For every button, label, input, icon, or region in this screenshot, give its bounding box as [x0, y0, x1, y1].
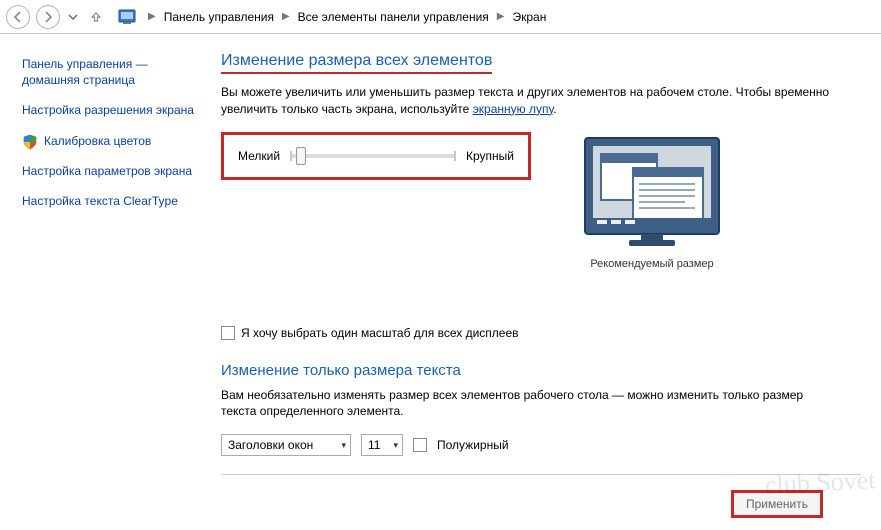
text-size-select-value: 11 — [368, 438, 380, 452]
bold-checkbox[interactable] — [413, 438, 427, 452]
text-size-select[interactable]: 11 ▾ — [361, 434, 403, 456]
text-item-select[interactable]: Заголовки окон ▾ — [221, 434, 351, 456]
slider-thumb[interactable] — [296, 147, 306, 165]
breadcrumb: ▶ Панель управления ▶ Все элементы панел… — [144, 8, 548, 26]
same-scale-label: Я хочу выбрать один масштаб для всех дис… — [241, 326, 519, 340]
sidebar: Панель управления — домашняя страница На… — [0, 34, 209, 530]
breadcrumb-item[interactable]: Все элементы панели управления — [296, 8, 491, 26]
divider — [221, 474, 861, 475]
text-only-description: Вам необязательно изменять размер всех э… — [221, 387, 831, 421]
chevron-right-icon: ▶ — [493, 11, 509, 22]
slider-min-label: Мелкий — [238, 149, 280, 163]
chevron-down-icon: ▾ — [393, 440, 398, 451]
breadcrumb-item[interactable]: Экран — [510, 8, 548, 26]
bold-label: Полужирный — [437, 438, 509, 452]
apply-button[interactable]: Применить — [731, 490, 823, 518]
chevron-right-icon: ▶ — [144, 11, 160, 22]
main-pane: Изменение размера всех элементов Вы може… — [209, 34, 881, 530]
size-slider[interactable] — [290, 154, 456, 158]
sidebar-item-cleartype[interactable]: Настройка текста ClearType — [22, 193, 201, 209]
sidebar-item-calibrate-colors[interactable]: Калибровка цветов — [44, 133, 151, 149]
preview-monitor-icon — [567, 132, 737, 252]
up-button[interactable] — [86, 7, 106, 27]
sidebar-item-resolution[interactable]: Настройка разрешения экрана — [22, 102, 201, 118]
back-button[interactable] — [6, 5, 30, 29]
magnifier-link[interactable]: экранную лупу — [473, 102, 554, 116]
preview-caption: Рекомендуемый размер — [567, 258, 737, 270]
description-text: Вы можете увеличить или уменьшить размер… — [221, 84, 831, 118]
size-slider-group: Мелкий Крупный — [221, 132, 531, 180]
forward-button[interactable] — [36, 5, 60, 29]
heading-text-only: Изменение только размера текста — [221, 362, 861, 379]
breadcrumb-item[interactable]: Панель управления — [162, 8, 276, 26]
history-dropdown[interactable] — [66, 6, 80, 28]
control-panel-home-link[interactable]: Панель управления — домашняя страница — [22, 56, 201, 88]
sidebar-item-display-settings[interactable]: Настройка параметров экрана — [22, 163, 201, 179]
slider-max-label: Крупный — [466, 149, 514, 163]
shield-icon — [22, 134, 38, 150]
chevron-right-icon: ▶ — [278, 11, 294, 22]
chevron-down-icon: ▾ — [341, 440, 346, 451]
control-panel-icon — [118, 8, 136, 26]
navigation-bar: ▶ Панель управления ▶ Все элементы панел… — [0, 0, 881, 34]
same-scale-checkbox[interactable] — [221, 326, 235, 340]
heading-change-all: Изменение размера всех элементов — [221, 52, 492, 74]
text-item-select-value: Заголовки окон — [228, 438, 313, 452]
